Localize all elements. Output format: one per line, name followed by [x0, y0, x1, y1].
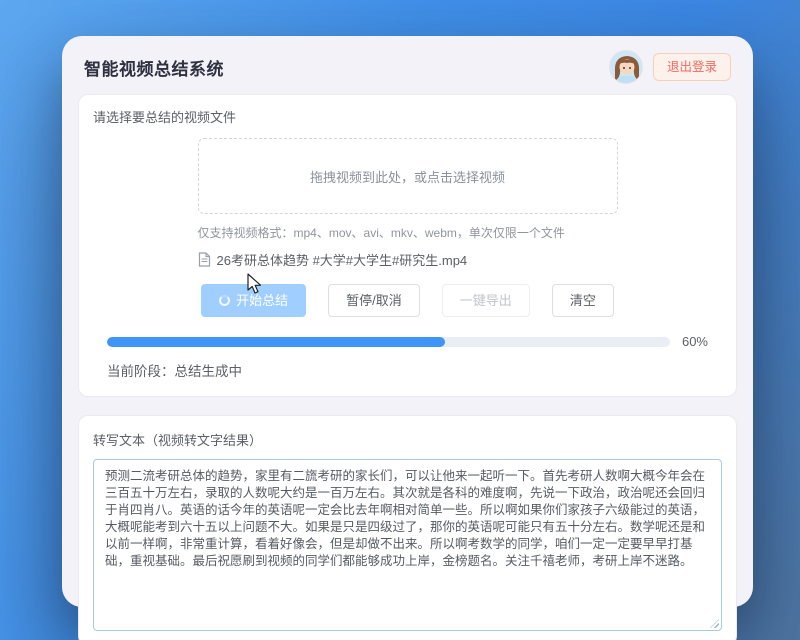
selected-file-row: 26考研总体趋势 #大学#大学生#研究生.mp4: [198, 250, 618, 269]
action-button-row: 开始总结 暂停/取消 一键导出 清空: [93, 284, 722, 317]
upload-card: 请选择要总结的视频文件 拖拽视频到此处，或点击选择视频 仅支持视频格式：mp4、…: [78, 94, 737, 397]
format-tip: 仅支持视频格式：mp4、mov、avi、mkv、webm，单次仅限一个文件: [198, 224, 618, 241]
transcript-textarea[interactable]: 预测二流考研总体的趋势，家里有二旒考研的家长们，可以让他来一起听一下。首先考研人…: [93, 459, 722, 631]
upload-section-label: 请选择要总结的视频文件: [93, 107, 722, 126]
export-button[interactable]: 一键导出: [442, 284, 530, 317]
upload-meta: 仅支持视频格式：mp4、mov、avi、mkv、webm，单次仅限一个文件 26…: [198, 224, 618, 269]
app-title: 智能视频总结系统: [84, 55, 224, 80]
user-group: 退出登录: [609, 50, 731, 84]
progress-row: 60%: [107, 334, 708, 349]
app-header: 智能视频总结系统 退出登录: [62, 36, 753, 94]
selected-file-name: 26考研总体趋势 #大学#大学生#研究生.mp4: [217, 250, 468, 269]
transcript-wrap: 预测二流考研总体的趋势，家里有二旒考研的家长们，可以让他来一起听一下。首先考研人…: [93, 459, 722, 631]
avatar-girl-icon: [610, 51, 643, 84]
desktop-background: 智能视频总结系统 退出登录 请选择要总结的视频文件: [0, 0, 800, 640]
video-dropzone[interactable]: 拖拽视频到此处，或点击选择视频: [198, 138, 618, 214]
start-summary-label: 开始总结: [236, 294, 288, 307]
progress-percent-label: 60%: [682, 334, 708, 349]
document-icon: [198, 252, 211, 267]
clear-button[interactable]: 清空: [552, 284, 614, 317]
start-summary-button[interactable]: 开始总结: [201, 284, 306, 317]
transcript-section-label: 转写文本（视频转文字结果）: [93, 430, 722, 449]
dropzone-hint: 拖拽视频到此处，或点击选择视频: [310, 167, 505, 186]
pause-cancel-button[interactable]: 暂停/取消: [328, 284, 420, 317]
progress-fill: [107, 337, 445, 347]
user-avatar[interactable]: [609, 50, 643, 84]
app-window: 智能视频总结系统 退出登录 请选择要总结的视频文件: [62, 36, 753, 607]
progress-bar: [107, 337, 670, 347]
logout-button[interactable]: 退出登录: [653, 53, 731, 82]
current-stage-label: 当前阶段：总结生成中: [107, 360, 708, 380]
loading-spinner-icon: [219, 295, 230, 306]
transcript-card: 转写文本（视频转文字结果） 预测二流考研总体的趋势，家里有二旒考研的家长们，可以…: [78, 415, 737, 640]
